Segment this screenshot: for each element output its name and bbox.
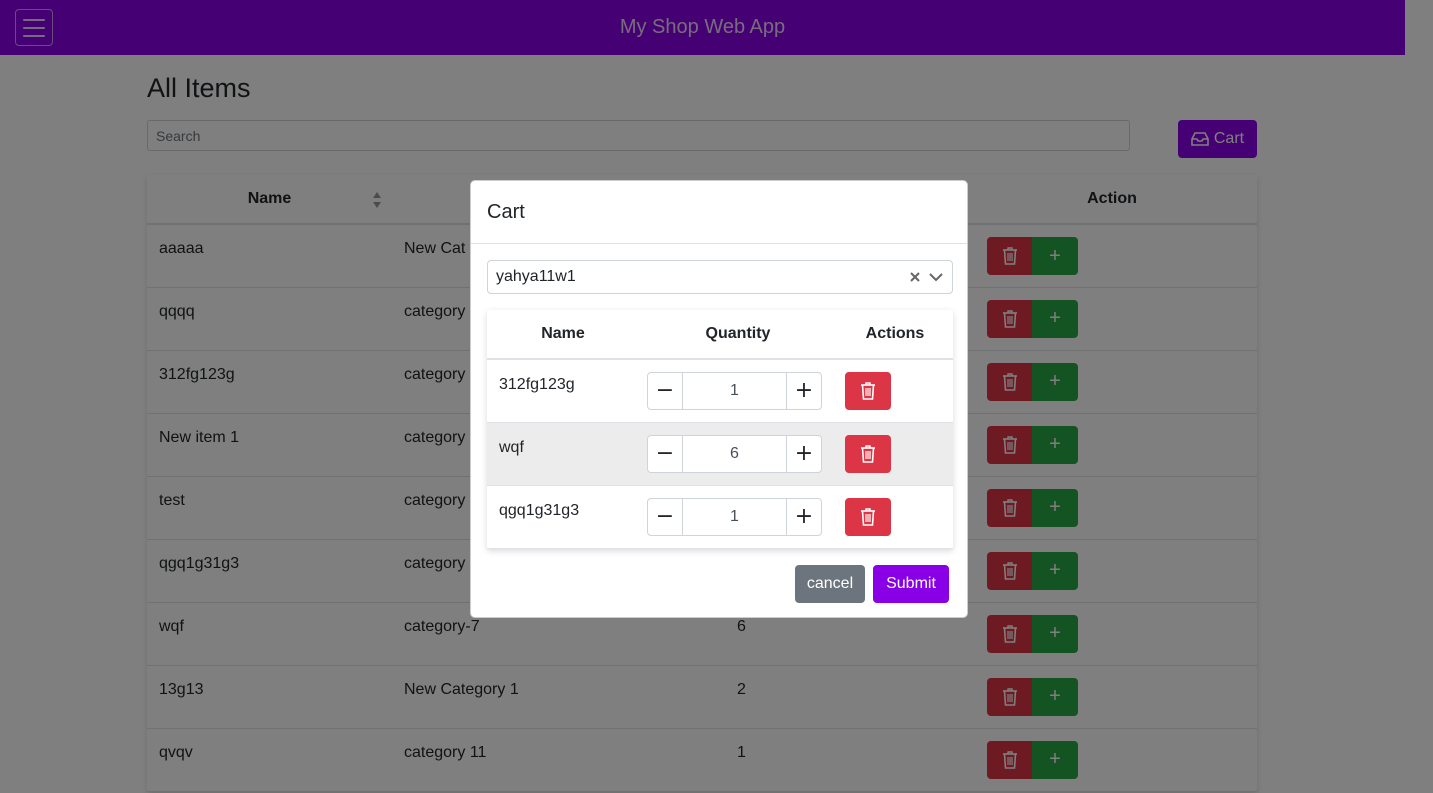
decrement-button[interactable]: − xyxy=(648,498,683,535)
decrement-button[interactable]: − xyxy=(648,435,683,472)
remove-from-cart-button[interactable] xyxy=(845,497,891,536)
minus-icon: − xyxy=(655,504,675,529)
quantity-stepper: −6 + xyxy=(647,434,822,473)
quantity-stepper: −1 + xyxy=(647,371,822,410)
increment-button[interactable]: + xyxy=(786,435,821,472)
trash-icon xyxy=(861,382,875,400)
remove-from-cart-button[interactable] xyxy=(845,434,891,473)
plus-icon: + xyxy=(794,378,814,404)
remove-from-cart-button[interactable] xyxy=(845,371,891,410)
chevron-down-icon[interactable] xyxy=(928,269,944,285)
user-select[interactable]: yahya11w1 xyxy=(487,260,953,294)
cart-item-actions xyxy=(837,485,953,549)
cart-column-actions: Actions xyxy=(837,310,953,360)
clear-icon[interactable] xyxy=(908,270,922,284)
quantity-value[interactable]: 6 xyxy=(683,436,786,472)
cart-item-quantity-cell: −1 + xyxy=(639,485,837,549)
modal-title: Cart xyxy=(487,200,525,223)
cart-item-quantity-cell: −6 + xyxy=(639,422,837,486)
cart-item-quantity-cell: −1 + xyxy=(639,359,837,423)
quantity-value[interactable]: 1 xyxy=(683,373,786,409)
minus-icon: − xyxy=(655,441,675,466)
cart-item-actions xyxy=(837,422,953,486)
user-select-value: yahya11w1 xyxy=(496,268,576,285)
quantity-value[interactable]: 1 xyxy=(683,499,786,535)
trash-icon xyxy=(861,507,875,526)
minus-icon: − xyxy=(655,378,675,404)
cart-item-name: qgq1g31g3 xyxy=(487,485,639,549)
quantity-stepper: −1 + xyxy=(647,497,822,536)
cart-item-name: wqf xyxy=(487,422,639,486)
plus-icon: + xyxy=(794,441,814,466)
cart-modal: Cart yahya11w1 Name Quantity Actions 312… xyxy=(470,180,968,618)
cancel-button[interactable]: cancel xyxy=(795,565,865,603)
submit-button[interactable]: Submit xyxy=(873,565,949,603)
modal-header: Cart xyxy=(471,181,967,244)
cart-row: qgq1g31g3−1 + xyxy=(487,485,953,549)
plus-icon: + xyxy=(794,504,814,529)
trash-icon xyxy=(861,444,875,463)
cart-item-name: 312fg123g xyxy=(487,359,639,423)
cart-column-quantity: Quantity xyxy=(639,310,837,360)
decrement-button[interactable]: − xyxy=(648,372,683,409)
cart-row: 312fg123g −1 + xyxy=(487,359,953,423)
cart-row: wqf −6 + xyxy=(487,422,953,486)
cart-item-actions xyxy=(837,359,953,423)
cart-column-name: Name xyxy=(487,310,639,360)
cart-items-table: Name Quantity Actions 312fg123g −1 + wqf −6 +… xyxy=(487,310,953,549)
increment-button[interactable]: + xyxy=(786,372,821,409)
increment-button[interactable]: + xyxy=(786,498,821,535)
